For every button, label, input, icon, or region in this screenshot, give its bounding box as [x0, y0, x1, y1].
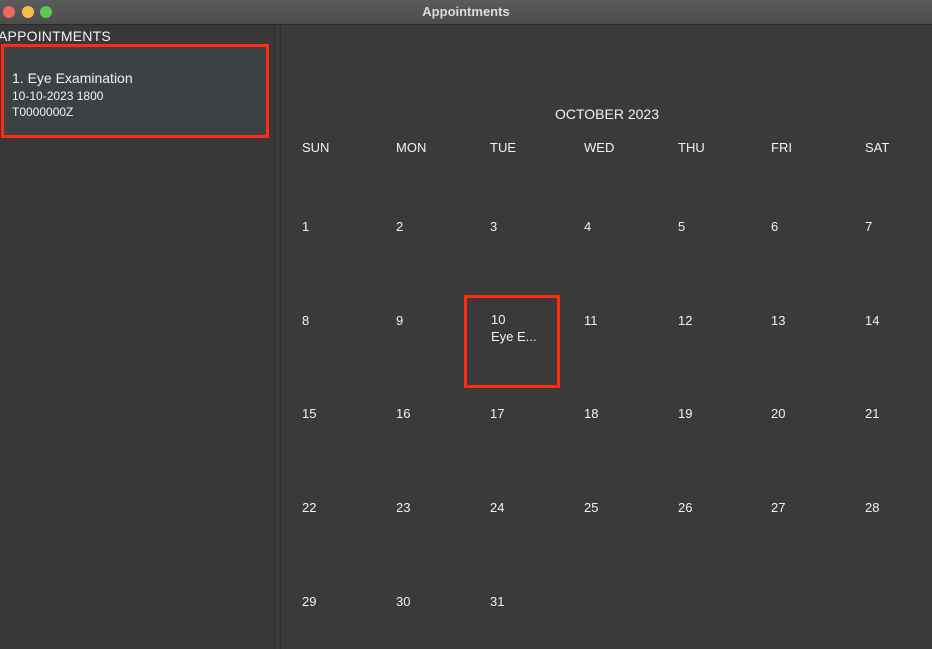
day-event-label[interactable]: Eye E... [491, 329, 537, 344]
calendar-day[interactable]: 1 [302, 219, 309, 234]
calendar-day[interactable]: 30 [396, 594, 410, 609]
calendar-day[interactable]: 13 [771, 313, 785, 328]
calendar-day[interactable]: 20 [771, 406, 785, 421]
appointment-title: 1. Eye Examination [12, 70, 133, 86]
calendar-day[interactable]: 15 [302, 406, 316, 421]
calendar-day[interactable]: 17 [490, 406, 504, 421]
calendar-day[interactable]: 6 [771, 219, 778, 234]
appointments-header: APPOINTMENTS [0, 28, 111, 44]
calendar-day[interactable]: 22 [302, 500, 316, 515]
selected-day-number: 10 [491, 312, 506, 327]
appointment-card[interactable]: 1. Eye Examination 10-10-2023 1800 T0000… [1, 44, 269, 138]
appointments-sidebar: APPOINTMENTS 1. Eye Examination 10-10-20… [0, 25, 275, 649]
calendar-day[interactable]: 28 [865, 500, 879, 515]
appointment-datetime: 10-10-2023 1800 [12, 89, 104, 103]
calendar-day[interactable]: 16 [396, 406, 410, 421]
window-titlebar: Appointments [0, 0, 932, 25]
calendar-day[interactable]: 25 [584, 500, 598, 515]
calendar-day[interactable]: 3 [490, 219, 497, 234]
selected-day-cell[interactable]: 10 Eye E... [464, 295, 560, 388]
calendar-day[interactable]: 18 [584, 406, 598, 421]
calendar-day[interactable]: 19 [678, 406, 692, 421]
weekday-mon: MON [396, 140, 427, 155]
calendar-view: OCTOBER 2023 SUN MON TUE WED THU FRI SAT… [282, 25, 932, 649]
month-label: OCTOBER 2023 [554, 106, 659, 122]
calendar-day[interactable]: 26 [678, 500, 692, 515]
pane-divider[interactable] [280, 25, 281, 649]
calendar-day[interactable]: 4 [584, 219, 591, 234]
calendar-day[interactable]: 9 [396, 313, 403, 328]
calendar-day[interactable]: 21 [865, 406, 879, 421]
calendar-day[interactable]: 8 [302, 313, 309, 328]
weekday-thu: THU [678, 140, 705, 155]
calendar-day[interactable]: 12 [678, 313, 692, 328]
window-title: Appointments [422, 4, 510, 19]
calendar-day[interactable]: 27 [771, 500, 785, 515]
calendar-day[interactable]: 31 [490, 594, 504, 609]
weekday-sat: SAT [865, 140, 890, 155]
calendar-day[interactable]: 7 [865, 219, 872, 234]
weekday-tue: TUE [490, 140, 516, 155]
weekday-fri: FRI [771, 140, 792, 155]
weekday-sun: SUN [302, 140, 330, 155]
calendar-day[interactable]: 14 [865, 313, 879, 328]
calendar-day[interactable]: 23 [396, 500, 410, 515]
weekday-wed: WED [584, 140, 615, 155]
calendar-day[interactable]: 5 [678, 219, 685, 234]
appointment-ic: T0000000Z [12, 105, 74, 119]
calendar-day[interactable]: 29 [302, 594, 316, 609]
calendar-day[interactable]: 11 [584, 313, 598, 328]
calendar-day[interactable]: 24 [490, 500, 504, 515]
calendar-day[interactable]: 2 [396, 219, 403, 234]
